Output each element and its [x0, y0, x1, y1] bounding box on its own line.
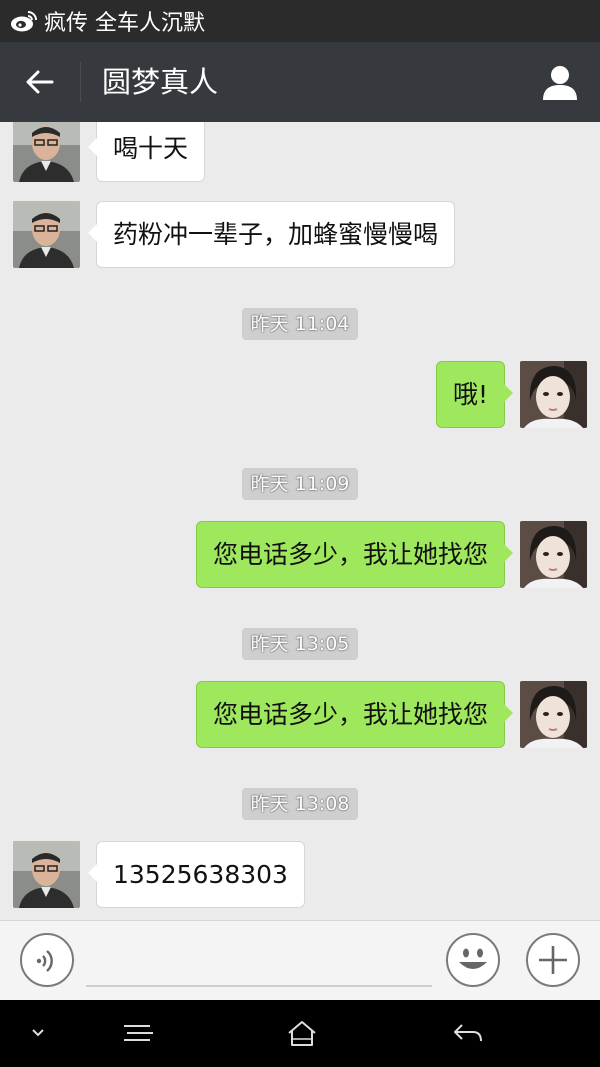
input-bar: [0, 920, 600, 1000]
message-bubble-incoming[interactable]: 药粉冲一辈子，加蜂蜜慢慢喝: [87, 201, 456, 268]
message-input[interactable]: [86, 941, 432, 987]
contact-avatar[interactable]: [13, 201, 80, 268]
timestamp: 昨天 11:09: [242, 468, 358, 500]
chat-title: 圆梦真人: [102, 65, 219, 99]
system-nav-bar: [0, 1000, 600, 1067]
status-text: 疯传 全车人沉默: [44, 11, 205, 36]
title-divider: [80, 62, 81, 102]
voice-button[interactable]: [20, 933, 74, 987]
timestamp: 昨天 11:04: [242, 308, 358, 340]
nav-collapse-button[interactable]: [18, 1016, 58, 1050]
emoji-button[interactable]: [446, 933, 500, 987]
my-avatar[interactable]: [520, 521, 587, 588]
timestamp: 昨天 13:05: [242, 628, 358, 660]
title-bar: 圆梦真人: [0, 42, 600, 122]
contact-avatar[interactable]: [13, 122, 80, 182]
voice-icon: [36, 950, 53, 972]
message-bubble-incoming[interactable]: 13525638303: [88, 841, 305, 908]
chevron-down-icon: [32, 1029, 44, 1037]
message-bubble-outgoing[interactable]: 您电话多少，我让她找您: [195, 521, 514, 588]
smiley-icon: [459, 948, 487, 969]
timestamp: 昨天 13:08: [242, 788, 358, 820]
person-icon[interactable]: [540, 62, 580, 102]
chat-area[interactable]: 喝十天 药粉冲一辈子，加蜂蜜慢慢喝 昨天 11:04 哦! 昨天 11:09 您…: [0, 122, 600, 920]
message-bubble-outgoing[interactable]: 您电话多少，我让她找您: [195, 681, 514, 748]
message-bubble-outgoing[interactable]: 哦!: [435, 361, 514, 428]
home-icon: [288, 1021, 316, 1046]
menu-icon: [124, 1025, 153, 1041]
nav-back-button[interactable]: [448, 1016, 488, 1050]
more-button[interactable]: [526, 933, 580, 987]
message-bubble-incoming[interactable]: 喝十天: [87, 122, 206, 182]
nav-menu-button[interactable]: [118, 1016, 158, 1050]
weibo-icon: [11, 11, 37, 32]
my-avatar[interactable]: [520, 361, 587, 428]
nav-home-button[interactable]: [282, 1016, 322, 1050]
status-bar: 疯传 全车人沉默: [0, 0, 600, 42]
back-icon: [454, 1024, 482, 1042]
back-arrow-icon[interactable]: [22, 64, 58, 100]
contact-avatar[interactable]: [13, 841, 80, 908]
my-avatar[interactable]: [520, 681, 587, 748]
plus-icon: [539, 946, 567, 974]
